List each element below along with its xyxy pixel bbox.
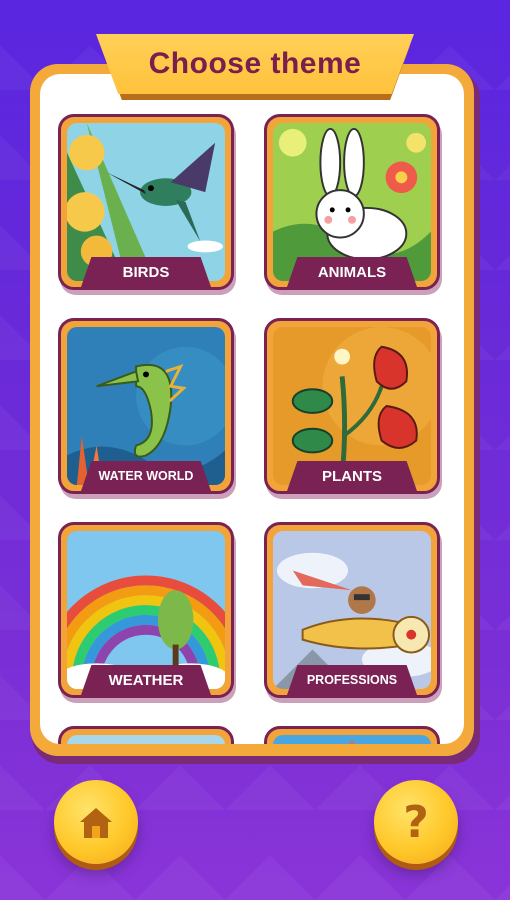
- theme-label: ANIMALS: [287, 257, 417, 287]
- home-button[interactable]: [54, 780, 138, 864]
- theme-grid: BIRDS ANIMALS WATER WORLD PLANTS WEATHER…: [40, 74, 464, 744]
- help-icon: ?: [403, 796, 429, 848]
- page-title: Choose theme: [148, 47, 362, 80]
- help-button[interactable]: ?: [374, 780, 458, 864]
- theme-card-professions[interactable]: PROFESSIONS: [264, 522, 440, 698]
- theme-label: PROFESSIONS: [287, 665, 417, 695]
- theme-illustration-partial: [67, 735, 225, 744]
- theme-panel: BIRDS ANIMALS WATER WORLD PLANTS WEATHER…: [30, 64, 474, 756]
- theme-card-weather[interactable]: WEATHER: [58, 522, 234, 698]
- theme-card-partial-1[interactable]: [58, 726, 234, 744]
- title-banner: Choose theme: [96, 34, 414, 94]
- theme-card-plants[interactable]: PLANTS: [264, 318, 440, 494]
- theme-illustration-partial: [273, 735, 431, 744]
- theme-card-partial-2[interactable]: [264, 726, 440, 744]
- theme-label: WEATHER: [81, 665, 211, 695]
- partial-theme-image: [273, 735, 431, 744]
- home-icon: [80, 808, 112, 838]
- theme-card-water-world[interactable]: WATER WORLD: [58, 318, 234, 494]
- theme-label: BIRDS: [81, 257, 211, 287]
- theme-label: WATER WORLD: [81, 461, 211, 491]
- partial-theme-image: [67, 735, 225, 744]
- theme-card-animals[interactable]: ANIMALS: [264, 114, 440, 290]
- theme-card-birds[interactable]: BIRDS: [58, 114, 234, 290]
- theme-label: PLANTS: [287, 461, 417, 491]
